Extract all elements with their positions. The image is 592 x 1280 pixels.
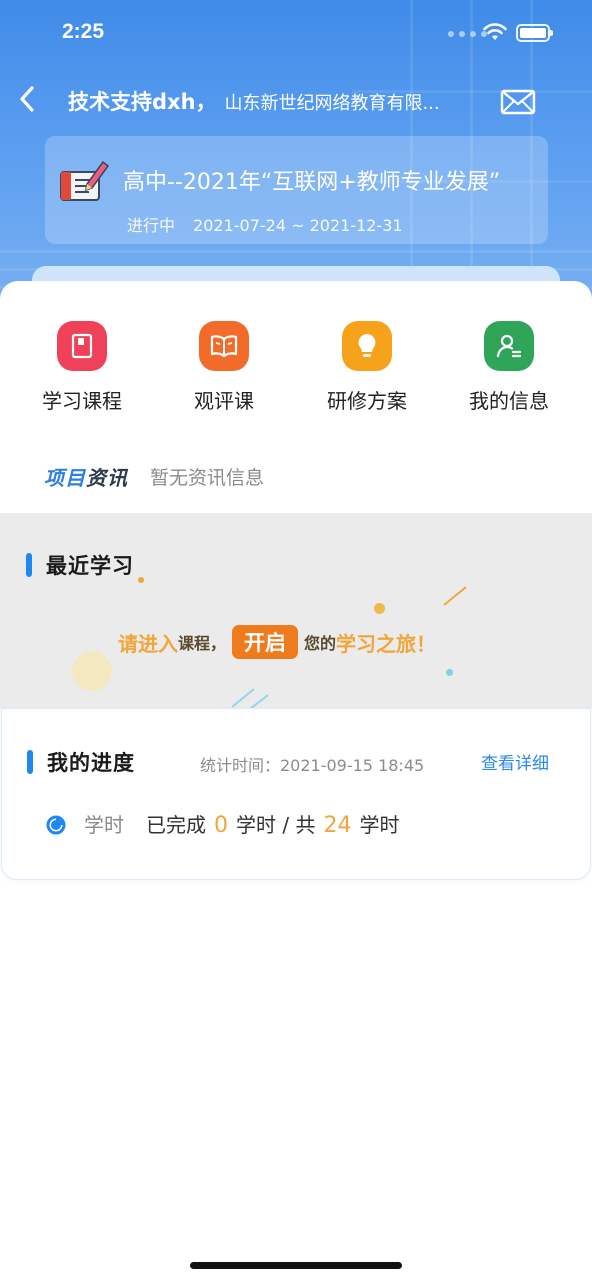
quick-item-training-plan[interactable]: 研修方案 bbox=[297, 321, 437, 414]
completed-hours: 0 bbox=[214, 813, 228, 838]
home-indicator[interactable] bbox=[190, 1262, 402, 1269]
decoration-line bbox=[443, 586, 467, 606]
total-hours: 24 bbox=[323, 813, 352, 838]
completed-prefix: 已完成 bbox=[146, 813, 206, 837]
message-button[interactable] bbox=[500, 87, 536, 117]
project-card[interactable]: 高中--2021年“互联网+教师专业发展” 进行中 2021-07-24 ~ 20… bbox=[45, 136, 548, 244]
back-button[interactable] bbox=[10, 82, 44, 116]
banner-highlight: 开启 bbox=[232, 625, 299, 659]
mail-icon bbox=[500, 89, 536, 115]
project-news-row[interactable]: 项目资讯 暂无资讯信息 bbox=[44, 459, 564, 493]
notebook-pen-icon bbox=[60, 160, 109, 201]
progress-heading: 我的进度 bbox=[27, 747, 135, 777]
project-title: 高中--2021年“互联网+教师专业发展” bbox=[123, 170, 501, 195]
recent-study-section: 最近学习 请进入 课程， 开启 您的 学习之旅！ bbox=[0, 513, 592, 710]
quick-menu: 学习课程 观评课 研修方案 我的信息 bbox=[0, 321, 592, 421]
decoration-dot bbox=[446, 669, 453, 676]
status-time: 2:25 bbox=[62, 20, 105, 43]
status-bar: 2:25 bbox=[0, 0, 592, 62]
recent-study-banner[interactable]: 请进入 课程， 开启 您的 学习之旅！ bbox=[70, 573, 530, 710]
stat-time: 统计时间：2021-09-15 18:45 bbox=[200, 756, 425, 775]
section-accent-bar bbox=[26, 553, 32, 577]
quick-item-label: 我的信息 bbox=[469, 389, 549, 413]
banner-text-part3: 您的 bbox=[304, 634, 337, 653]
decoration-dot bbox=[374, 603, 385, 614]
chevron-left-icon bbox=[20, 86, 34, 112]
user-name: 技术支持dxh， bbox=[68, 90, 217, 114]
quick-item-label: 研修方案 bbox=[327, 389, 407, 413]
book-icon bbox=[57, 321, 107, 371]
quick-item-courses[interactable]: 学习课程 bbox=[12, 321, 152, 414]
news-empty-text: 暂无资讯信息 bbox=[150, 466, 265, 489]
study-hours-row: 学时 已完成 0 学时 / 共 24 学时 bbox=[46, 809, 399, 838]
view-detail-link[interactable]: 查看详细 bbox=[481, 749, 549, 774]
header-title: 技术支持dxh， 山东新世纪网络教育有限... bbox=[68, 86, 488, 116]
decoration-circle bbox=[72, 651, 112, 691]
banner-text-part4: 学习之旅！ bbox=[336, 631, 437, 656]
project-date-range: 2021-07-24 ~ 2021-12-31 bbox=[193, 216, 403, 235]
quick-item-label: 学习课程 bbox=[42, 389, 122, 413]
user-info-icon bbox=[484, 321, 534, 371]
quick-item-my-info[interactable]: 我的信息 bbox=[439, 321, 579, 414]
pie-chart-icon bbox=[46, 815, 66, 835]
project-meta: 进行中 2021-07-24 ~ 2021-12-31 bbox=[127, 212, 403, 236]
project-status: 进行中 bbox=[127, 216, 176, 235]
wifi-icon bbox=[483, 23, 507, 40]
news-logo-part2: 资讯 bbox=[86, 465, 128, 490]
quick-item-lesson-review[interactable]: 观评课 bbox=[154, 321, 294, 414]
progress-title: 我的进度 bbox=[47, 751, 135, 775]
content-sheet: 学习课程 观评课 研修方案 我的信息 项目资讯 暂无资讯信息 最近学习 请进入 … bbox=[0, 281, 592, 1280]
total-unit: 学时 bbox=[359, 813, 400, 837]
project-news-logo: 项目资讯 bbox=[44, 462, 128, 491]
banner-slogan: 请进入 课程， 开启 您的 学习之旅！ bbox=[118, 625, 436, 659]
news-logo-part1: 项目 bbox=[44, 465, 86, 490]
completed-unit: 学时 / 共 bbox=[236, 813, 316, 837]
hours-label: 学时 bbox=[84, 813, 124, 837]
lightbulb-icon bbox=[342, 321, 392, 371]
decoration-dot bbox=[138, 577, 144, 583]
organization-name: 山东新世纪网络教育有限... bbox=[224, 93, 440, 114]
section-accent-bar bbox=[27, 750, 33, 774]
progress-card: 我的进度 统计时间：2021-09-15 18:45 查看详细 学时 已完成 0… bbox=[1, 708, 591, 880]
quick-item-label: 观评课 bbox=[194, 389, 254, 413]
banner-text-part1: 请进入 bbox=[118, 631, 178, 656]
battery-icon bbox=[516, 24, 553, 42]
open-book-icon bbox=[199, 321, 249, 371]
banner-text-part2: 课程， bbox=[178, 634, 227, 653]
